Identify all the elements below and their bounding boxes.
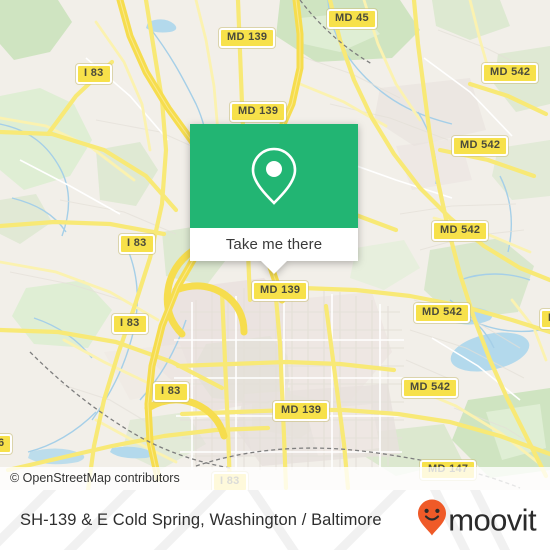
shield-partial-left: 6 bbox=[0, 434, 13, 454]
shield-md-542-midright: MD 542 bbox=[432, 221, 489, 241]
shield-md-542-bottomright: MD 542 bbox=[402, 378, 459, 398]
shield-i-83-upper: I 83 bbox=[76, 64, 112, 84]
osm-attribution: © OpenStreetMap contributors bbox=[0, 467, 550, 490]
shield-md-139-mid: MD 139 bbox=[252, 281, 309, 301]
moovit-pin-icon bbox=[417, 499, 447, 542]
shield-md-139-bottom: MD 139 bbox=[273, 401, 330, 421]
shield-md-45-top: MD 45 bbox=[327, 9, 377, 29]
moovit-wordmark: moovit bbox=[448, 502, 536, 538]
shield-md-139-top: MD 139 bbox=[219, 28, 276, 48]
shield-i-83-bottom: I 83 bbox=[153, 382, 189, 402]
shield-i-83-lower: I 83 bbox=[112, 314, 148, 334]
location-title: SH-139 & E Cold Spring, Washington / Bal… bbox=[20, 510, 382, 529]
take-me-there-button[interactable]: Take me there bbox=[190, 228, 358, 261]
shield-md-542-lowerright: MD 542 bbox=[414, 303, 471, 323]
take-me-there-label: Take me there bbox=[225, 236, 323, 253]
location-pin-icon bbox=[249, 145, 299, 207]
shield-md-139-upper: MD 139 bbox=[230, 102, 287, 122]
popup-icon-area bbox=[190, 124, 358, 228]
shield-partial-right: M bbox=[540, 309, 550, 329]
popup-tail bbox=[261, 261, 287, 274]
shield-i-83-mid: I 83 bbox=[119, 234, 155, 254]
take-me-there-popup[interactable]: Take me there bbox=[190, 124, 358, 274]
shield-md-542-right: MD 542 bbox=[452, 136, 509, 156]
moovit-logo[interactable]: moovit bbox=[417, 499, 537, 542]
shield-md-542-topright: MD 542 bbox=[482, 63, 539, 83]
screenshot-root: .park { fill:#cfe4c1; } .park2 { fill:#d… bbox=[0, 0, 550, 550]
footer-bar: SH-139 & E Cold Spring, Washington / Bal… bbox=[0, 490, 550, 550]
